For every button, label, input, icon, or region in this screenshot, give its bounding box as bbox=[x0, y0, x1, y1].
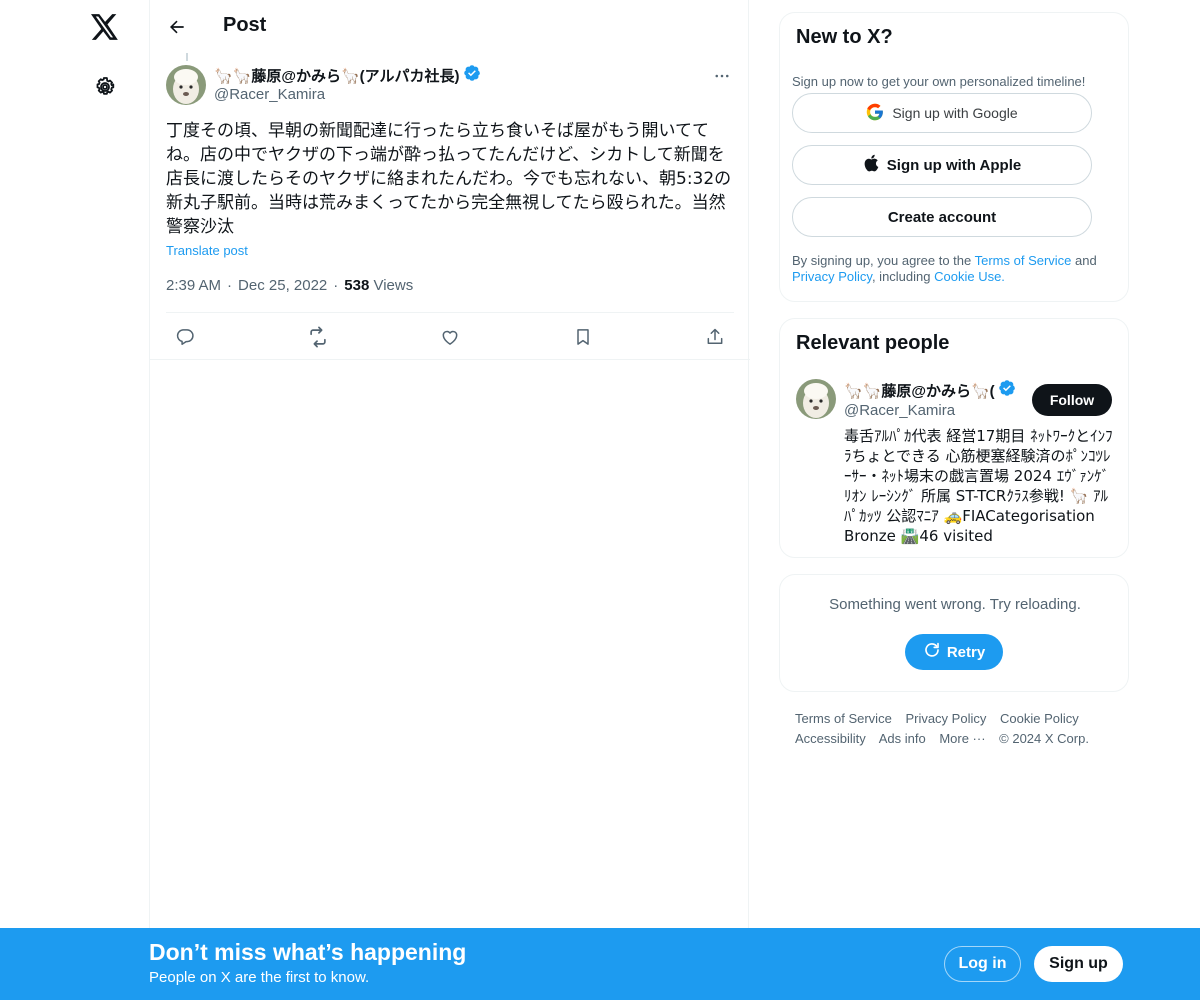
share-icon[interactable] bbox=[700, 322, 730, 352]
verified-badge-icon bbox=[998, 379, 1016, 401]
footer-link-privacy[interactable]: Privacy Policy bbox=[905, 711, 986, 726]
signup-google-button[interactable]: Sign up with Google bbox=[792, 93, 1092, 133]
arrow-left-icon[interactable] bbox=[162, 12, 192, 42]
bottom-signup-bar: Don’t miss what’s happening People on X … bbox=[0, 928, 1200, 1000]
post-meta: 2:39 AM · Dec 25, 2022 · 538 Views bbox=[166, 277, 413, 294]
terms-link[interactable]: Terms of Service bbox=[975, 253, 1072, 268]
login-button[interactable]: Log in bbox=[944, 946, 1021, 982]
page-title: Post bbox=[223, 14, 267, 36]
main-column: Post 🦙🦙藤原@かみら🦙(アルパカ社長) @Racer_Kamira 丁度そ… bbox=[149, 0, 750, 1000]
repost-icon[interactable] bbox=[303, 322, 333, 352]
signup-card: New to X? Sign up now to get your own pe… bbox=[779, 12, 1129, 302]
like-icon[interactable] bbox=[435, 322, 465, 352]
retry-label: Retry bbox=[946, 643, 986, 661]
google-icon bbox=[866, 103, 884, 124]
views-count: 538 bbox=[344, 277, 370, 294]
author-name[interactable]: 🦙🦙藤原@かみら🦙(アルパカ社長) bbox=[214, 64, 481, 86]
translate-link[interactable]: Translate post bbox=[166, 243, 248, 258]
legal-including: , including bbox=[871, 269, 935, 284]
privacy-link[interactable]: Privacy Policy bbox=[792, 269, 872, 284]
avatar[interactable] bbox=[796, 379, 836, 419]
signup-button[interactable]: Sign up bbox=[1034, 946, 1123, 982]
verified-badge-icon bbox=[463, 64, 481, 86]
legal-text: By signing up, you agree to the Terms of… bbox=[792, 253, 1122, 285]
post-text: 丁度その頃、早朝の新聞配達に行ったら立ち食いそば屋がもう開いててね。店の中でヤク… bbox=[166, 121, 732, 237]
views-label: Views bbox=[373, 277, 414, 294]
create-account-button[interactable]: Create account bbox=[792, 197, 1092, 237]
separator: · bbox=[333, 277, 339, 294]
footer-link-accessibility[interactable]: Accessibility bbox=[795, 731, 866, 746]
views: 538 Views bbox=[344, 277, 413, 294]
bookmark-icon[interactable] bbox=[568, 322, 598, 352]
post-date[interactable]: Dec 25, 2022 bbox=[238, 277, 327, 294]
signup-apple-button[interactable]: Sign up with Apple bbox=[792, 145, 1092, 185]
relevant-people-card: Relevant people 🦙🦙藤原@かみら🦙( @Racer_Kamira… bbox=[779, 318, 1129, 558]
separator: · bbox=[227, 277, 233, 294]
post-actions bbox=[166, 312, 734, 360]
error-message: Something went wrong. Try reloading. bbox=[829, 596, 1081, 613]
post-header: Post bbox=[150, 0, 750, 53]
author-handle[interactable]: @Racer_Kamira bbox=[214, 86, 325, 103]
signup-apple-label: Sign up with Apple bbox=[886, 156, 1022, 174]
footer-copyright: © 2024 X Corp. bbox=[999, 731, 1089, 746]
avatar[interactable] bbox=[166, 65, 206, 105]
left-nav bbox=[0, 0, 150, 1000]
legal-prefix: By signing up, you agree to the bbox=[792, 253, 975, 268]
refresh-icon bbox=[923, 641, 941, 663]
apple-icon bbox=[863, 154, 879, 176]
post-time[interactable]: 2:39 AM bbox=[166, 277, 221, 294]
footer-links: Terms of Service Privacy Policy Cookie P… bbox=[795, 709, 1125, 749]
relevant-people-title: Relevant people bbox=[796, 332, 950, 354]
error-card: Something went wrong. Try reloading. Ret… bbox=[779, 574, 1129, 692]
divider bbox=[150, 359, 750, 360]
person-handle[interactable]: @Racer_Kamira bbox=[844, 402, 955, 419]
retry-button[interactable]: Retry bbox=[905, 634, 1003, 670]
signup-google-label: Sign up with Google bbox=[892, 105, 1018, 121]
footer-link-terms[interactable]: Terms of Service bbox=[795, 711, 892, 726]
footer-link-ads[interactable]: Ads info bbox=[879, 731, 926, 746]
bottom-bar-title: Don’t miss what’s happening bbox=[149, 939, 467, 965]
signup-card-title: New to X? bbox=[796, 26, 893, 48]
bottom-bar-subtitle: People on X are the first to know. bbox=[149, 969, 370, 986]
cookie-link[interactable]: Cookie Use. bbox=[934, 269, 1005, 284]
reply-icon[interactable] bbox=[170, 322, 200, 352]
legal-and: and bbox=[1071, 253, 1097, 268]
footer-link-more[interactable]: More ··· bbox=[939, 731, 985, 746]
footer-link-cookie[interactable]: Cookie Policy bbox=[1000, 711, 1079, 726]
follow-button[interactable]: Follow bbox=[1032, 384, 1112, 416]
person-display-name: 🦙🦙藤原@かみら🦙( bbox=[844, 382, 995, 400]
x-logo-icon[interactable] bbox=[88, 10, 122, 44]
person-name[interactable]: 🦙🦙藤原@かみら🦙( bbox=[844, 379, 1016, 401]
thread-line bbox=[186, 53, 188, 61]
gear-icon[interactable] bbox=[90, 72, 120, 102]
author-display-name: 🦙🦙藤原@かみら🦙(アルパカ社長) bbox=[214, 67, 460, 85]
person-bio: 毒舌ｱﾙﾊﾟｶ代表 経営17期目 ﾈｯﾄﾜｰｸとｲﾝﾌﾗちょとできる 心筋梗塞経… bbox=[844, 427, 1113, 545]
more-icon[interactable] bbox=[710, 64, 734, 88]
signup-card-subtitle: Sign up now to get your own personalized… bbox=[792, 74, 1086, 89]
